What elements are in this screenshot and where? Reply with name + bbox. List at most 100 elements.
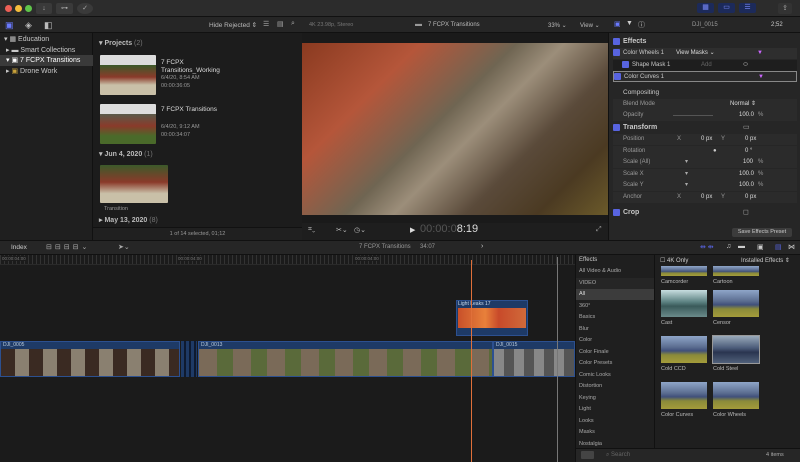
disclosure-triangle-icon[interactable]: ▾ — [4, 36, 8, 43]
disclosure-triangle-icon[interactable]: ▾ — [6, 57, 10, 64]
effects-section[interactable]: Effects — [613, 36, 797, 47]
category-item[interactable]: Color Finale — [576, 347, 654, 358]
view-dropdown[interactable]: View ⌄ — [580, 22, 600, 29]
checkbox[interactable] — [613, 208, 620, 216]
keywords-button[interactable]: ⊶ — [56, 3, 73, 14]
effect-item[interactable]: Color Wheels — [713, 382, 759, 418]
snapping-icon[interactable]: ▬ — [738, 243, 745, 250]
checkbox[interactable] — [614, 72, 621, 80]
photos-audio-icon[interactable]: ◈ — [25, 20, 32, 31]
effects-browser-icon[interactable]: ▤ — [775, 243, 782, 251]
slider-thumb[interactable]: ▾ — [685, 169, 688, 180]
anchor-x-value[interactable]: 0 px — [701, 192, 712, 203]
effect-item[interactable]: Cast — [661, 290, 707, 326]
sidebar-item-drone-work[interactable]: ▸ ▣ Drone Work — [0, 66, 93, 77]
zoom-window-button[interactable] — [25, 5, 32, 12]
blend-mode-dropdown[interactable]: Normal ⇕ — [730, 99, 756, 110]
timeline-ruler[interactable]: 00:00:04:00 00:00:04:00 00:00:04:00 — [0, 255, 575, 265]
close-window-button[interactable] — [5, 5, 12, 12]
video-frame[interactable] — [302, 43, 608, 215]
effect-item[interactable]: Camcorder — [661, 266, 707, 285]
effect-color-curves[interactable]: Color Curves 1 ▼ — [613, 71, 797, 82]
scale-y-value[interactable]: 100.0 — [739, 180, 754, 191]
clip-thumbnail[interactable] — [100, 165, 168, 203]
position-y-value[interactable]: 0 px — [745, 134, 756, 145]
minimize-window-button[interactable] — [15, 5, 22, 12]
transition[interactable] — [181, 341, 197, 377]
speed-icon[interactable]: ◷⌄ — [354, 226, 366, 234]
filmstrip-icon[interactable]: ▤ — [277, 20, 284, 28]
background-tasks-button[interactable]: ✓ — [77, 3, 93, 14]
sidebar-toggle-button[interactable] — [581, 451, 594, 459]
transform-overlay-icon[interactable]: ▭ — [743, 122, 750, 133]
sidebar-item-education[interactable]: ▾ ▦ Education — [0, 34, 93, 45]
inspector-toggle-button[interactable]: ☰ — [739, 3, 756, 13]
crop-overlay-icon[interactable]: ◻ — [743, 207, 749, 218]
play-button[interactable]: ▶ — [410, 226, 415, 234]
zoom-dropdown[interactable]: 33% ⌄ — [548, 22, 567, 29]
skimming-icon[interactable]: ⇹ ⇹ — [700, 243, 714, 251]
category-item[interactable]: VIDEO — [576, 277, 654, 289]
effect-item[interactable]: Cartoon — [713, 266, 759, 285]
timeline-clip[interactable]: DJI_0015 — [493, 341, 575, 377]
checkbox[interactable] — [613, 48, 620, 56]
checkbox[interactable] — [613, 37, 620, 45]
timeline-clip[interactable]: DJI_0005 — [0, 341, 180, 377]
playhead[interactable] — [471, 260, 472, 462]
anchor-y-value[interactable]: 0 px — [745, 192, 756, 203]
effect-item[interactable]: Cold Steel — [712, 335, 760, 372]
trim-icon[interactable]: ✂⌄ — [336, 226, 348, 234]
connected-clip-light-leaks[interactable]: Light Leaks 17 — [456, 300, 528, 336]
project-thumbnail[interactable] — [100, 104, 156, 144]
clip-appearance-icon[interactable]: ☰ — [263, 20, 269, 28]
disclosure-triangle-icon[interactable]: ▸ — [6, 68, 10, 75]
category-item[interactable]: Basics — [576, 312, 654, 323]
disclosure-triangle-icon[interactable]: ▸ — [6, 47, 10, 54]
color-board-icon[interactable]: ▼ — [757, 48, 763, 59]
forward-icon[interactable]: › — [481, 243, 483, 250]
category-item[interactable]: All Video & Audio — [576, 266, 654, 277]
category-item[interactable]: Comic Looks — [576, 370, 654, 381]
effect-item[interactable]: Cold CCD — [661, 336, 707, 372]
edit-buttons[interactable]: ⊟⊟⊟⊟⌄ — [46, 243, 90, 251]
category-item[interactable]: Keying — [576, 393, 654, 404]
timeline-clip[interactable]: DJI_0013 — [198, 341, 493, 377]
opacity-value[interactable]: 100.0 — [739, 110, 754, 121]
shape-mask[interactable]: Shape Mask 1 Add ⬭ — [613, 60, 797, 71]
transitions-browser-icon[interactable]: ⋈ — [788, 243, 795, 251]
rotation-value[interactable]: 0 ° — [745, 146, 752, 157]
scale-x-value[interactable]: 100.0 — [739, 169, 754, 180]
category-item[interactable]: Blur — [576, 324, 654, 335]
transform-icon[interactable]: ⌗⌄ — [308, 226, 315, 234]
slider-thumb[interactable]: ▾ — [685, 180, 688, 191]
select-tool-icon[interactable]: ➤⌄ — [118, 243, 130, 251]
add-dropdown[interactable]: Add — [701, 60, 712, 71]
date-group-header[interactable]: ▾ Jun 4, 2020 (1) — [99, 150, 153, 158]
category-item[interactable]: All — [576, 289, 654, 300]
timeline[interactable]: 00:00:04:00 00:00:04:00 00:00:04:00 Ligh… — [0, 255, 575, 462]
category-item[interactable]: Color — [576, 335, 654, 346]
projects-group-header[interactable]: ▾ Projects (2) — [99, 39, 143, 47]
category-item[interactable]: Distortion — [576, 381, 654, 392]
rotation-dial[interactable]: ● — [713, 146, 717, 157]
skimmer[interactable] — [557, 257, 558, 462]
video-inspector-icon[interactable]: ▣ — [614, 20, 621, 28]
share-button[interactable]: ⇪ — [778, 3, 792, 14]
category-item[interactable]: Light — [576, 404, 654, 415]
hide-rejected-dropdown[interactable]: Hide Rejected ⇕ — [209, 21, 257, 29]
crop-section[interactable]: Crop ◻ — [613, 207, 797, 218]
opacity-slider[interactable] — [673, 115, 713, 116]
search-icon[interactable]: ⌕ — [291, 20, 295, 28]
installed-effects-dropdown[interactable]: Installed Effects ⇕ — [741, 257, 790, 264]
sidebar-item-7-fcpx-transitions[interactable]: ▾ ▣ 7 FCPX Transitions — [0, 55, 93, 66]
timeline-toggle-button[interactable]: ▭ — [718, 3, 735, 13]
view-masks-dropdown[interactable]: View Masks ⌄ — [676, 48, 715, 59]
headphones-icon[interactable]: ♫ — [726, 243, 731, 250]
category-item[interactable]: 360° — [576, 301, 654, 312]
color-inspector-icon[interactable]: ▼ — [626, 20, 633, 27]
index-button[interactable]: Index — [11, 244, 27, 251]
save-effects-preset-button[interactable]: Save Effects Preset — [732, 228, 792, 237]
effect-item[interactable]: Censor — [713, 290, 759, 326]
category-item[interactable]: Color Presets — [576, 358, 654, 369]
4k-only-checkbox[interactable]: ☐ 4K Only — [660, 257, 688, 264]
